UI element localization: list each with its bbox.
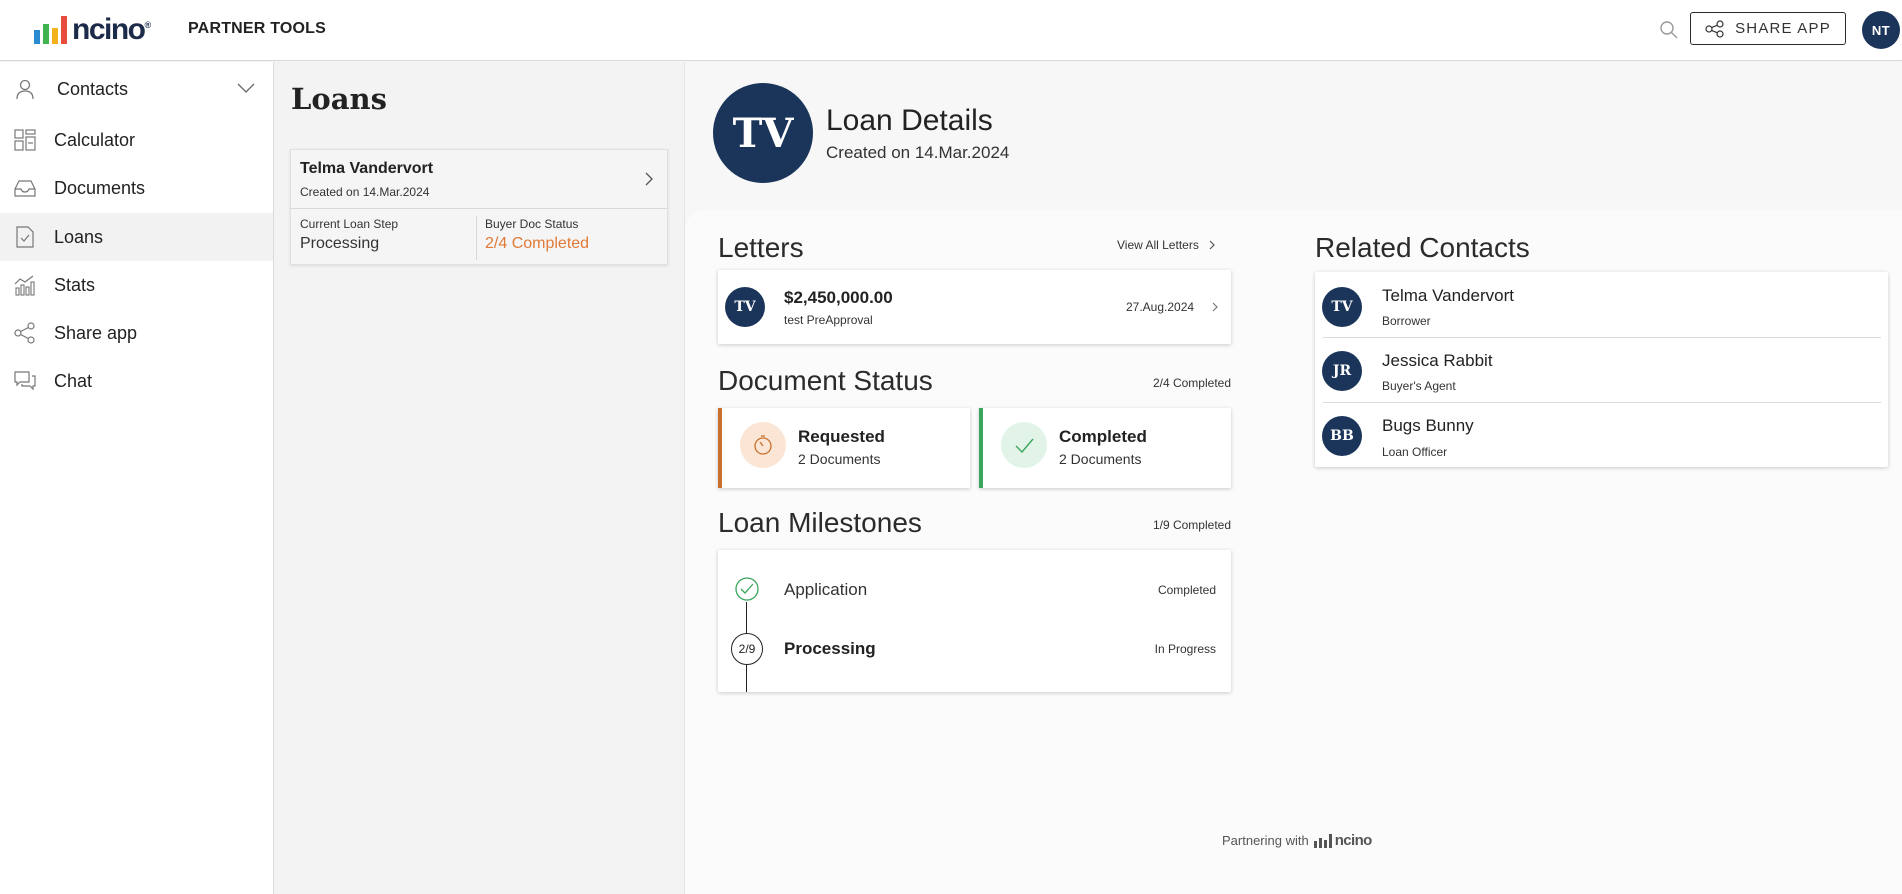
user-avatar[interactable]: NT [1862, 11, 1900, 49]
document-check-icon [16, 226, 34, 248]
chat-icon [14, 371, 36, 391]
page-title: Loan Details [826, 104, 993, 137]
ncino-bars-icon [1313, 833, 1332, 848]
chevron-down-icon[interactable] [236, 81, 256, 95]
milestone-complete-icon [735, 577, 759, 601]
checkmark-icon [1001, 422, 1047, 468]
letter-date: 27.Aug.2024 [1126, 300, 1195, 314]
milestone-label: Application [784, 580, 868, 599]
footer-brand: ncino [1334, 832, 1373, 849]
milestone-connector [746, 602, 747, 634]
loans-panel: Loans Telma Vandervort Created on 14.Mar… [274, 62, 685, 894]
completed-documents-card[interactable]: Completed 2 Documents [979, 408, 1231, 488]
chevron-right-icon [1212, 302, 1218, 312]
document-status-summary: 2/4 Completed [1152, 376, 1231, 390]
letters-heading: Letters [718, 232, 804, 263]
contact-role: Loan Officer [1382, 445, 1448, 459]
timer-icon [740, 422, 786, 468]
loan-avatar: TV [713, 83, 813, 183]
contact-avatar: JR [1322, 351, 1362, 391]
chevron-right-icon[interactable] [643, 170, 655, 188]
letter-amount: $2,450,000.00 [784, 288, 893, 307]
contact-name: Jessica Rabbit [1382, 351, 1493, 370]
logo-bars-icon [34, 14, 67, 44]
milestone-status: In Progress [1154, 642, 1216, 656]
contact-row[interactable]: BB Bugs Bunny Loan Officer [1315, 403, 1888, 467]
doc-status-label: Buyer Doc Status [485, 217, 579, 231]
doc-status-value: 2/4 Completed [485, 235, 590, 252]
sidebar: Contacts Calculator Documents Loans Stat… [0, 62, 274, 894]
loans-heading: Loans [291, 82, 387, 116]
loan-borrower-name: Telma Vandervort [300, 160, 434, 177]
requested-title: Requested [798, 427, 885, 446]
document-status-heading: Document Status [718, 365, 933, 396]
loan-step-value: Processing [300, 235, 380, 252]
contact-name: Bugs Bunny [1382, 416, 1474, 435]
milestone-label: Processing [784, 639, 876, 658]
view-all-letters-label: View All Letters [1117, 238, 1199, 252]
stats-icon [14, 275, 35, 296]
completed-count: 2 Documents [1059, 451, 1142, 467]
top-bar: ncino® PARTNER TOOLS SHARE APP NT [0, 0, 1902, 61]
loan-created-date: Created on 14.Mar.2024 [300, 185, 430, 199]
loan-step-label: Current Loan Step [300, 217, 399, 231]
partner-footer: Partnering with ncino [1222, 832, 1372, 849]
requested-documents-card[interactable]: Requested 2 Documents [718, 408, 970, 488]
share-app-button[interactable]: SHARE APP [1690, 12, 1846, 45]
related-contacts-card: TV Telma Vandervort Borrower JR Jessica … [1315, 272, 1888, 467]
loan-milestones-heading: Loan Milestones [718, 507, 922, 538]
app-title: PARTNER TOOLS [188, 20, 327, 37]
sidebar-item-label: Calculator [54, 129, 136, 150]
divider [476, 216, 477, 260]
loan-details-main: TV Loan Details Created on 14.Mar.2024 L… [685, 62, 1902, 894]
divider [291, 208, 667, 209]
contact-row[interactable]: JR Jessica Rabbit Buyer's Agent [1315, 338, 1888, 402]
person-icon [16, 79, 34, 100]
letter-avatar: TV [725, 287, 765, 327]
contact-role: Borrower [1382, 314, 1431, 328]
view-all-letters-link[interactable]: View All Letters [1117, 238, 1217, 252]
contact-role: Buyer's Agent [1382, 379, 1456, 393]
sidebar-item-label: Contacts [57, 78, 129, 99]
sidebar-item-loans[interactable]: Loans [0, 213, 273, 261]
contact-avatar: TV [1322, 287, 1362, 327]
milestone-step-badge: 2/9 [731, 633, 763, 665]
contact-name: Telma Vandervort [1382, 286, 1514, 305]
details-content: Letters View All Letters TV $2,450,000.0… [685, 210, 1902, 894]
sidebar-item-documents[interactable]: Documents [0, 164, 273, 212]
loan-card[interactable]: Telma Vandervort Created on 14.Mar.2024 … [290, 149, 668, 265]
sidebar-item-chat[interactable]: Chat [0, 357, 273, 405]
letter-name: test PreApproval [784, 313, 873, 327]
sidebar-item-share-app[interactable]: Share app [0, 309, 273, 357]
milestone-connector [746, 665, 747, 692]
footer-text: Partnering with [1222, 833, 1309, 848]
requested-count: 2 Documents [798, 451, 881, 467]
letter-card[interactable]: TV $2,450,000.00 test PreApproval 27.Aug… [718, 270, 1231, 344]
ncino-logo[interactable]: ncino® [34, 13, 151, 46]
sidebar-item-label: Stats [54, 274, 96, 295]
sidebar-item-calculator[interactable]: Calculator [0, 116, 273, 164]
sidebar-item-label: Loans [54, 226, 104, 247]
share-icon [14, 322, 35, 344]
related-contacts-heading: Related Contacts [1315, 232, 1530, 263]
sidebar-item-label: Share app [54, 322, 138, 343]
milestones-card: Application Completed 2/9 Processing In … [718, 550, 1231, 692]
completed-title: Completed [1059, 427, 1147, 446]
sidebar-item-label: Chat [54, 370, 93, 391]
share-icon [1705, 19, 1724, 38]
sidebar-item-contacts[interactable]: Contacts [0, 65, 273, 113]
calculator-icon [14, 129, 36, 151]
logo-wordmark: ncino® [72, 13, 151, 46]
share-app-label: SHARE APP [1735, 20, 1831, 37]
search-icon[interactable] [1659, 20, 1679, 40]
sidebar-item-stats[interactable]: Stats [0, 261, 273, 309]
milestones-summary: 1/9 Completed [1152, 518, 1231, 532]
inbox-icon [14, 180, 36, 197]
chevron-right-icon [1209, 240, 1215, 250]
milestone-status: Completed [1157, 583, 1216, 597]
loan-created-date: Created on 14.Mar.2024 [826, 143, 1010, 162]
sidebar-item-label: Documents [54, 177, 146, 198]
contact-row[interactable]: TV Telma Vandervort Borrower [1315, 272, 1888, 337]
contact-avatar: BB [1322, 416, 1362, 456]
